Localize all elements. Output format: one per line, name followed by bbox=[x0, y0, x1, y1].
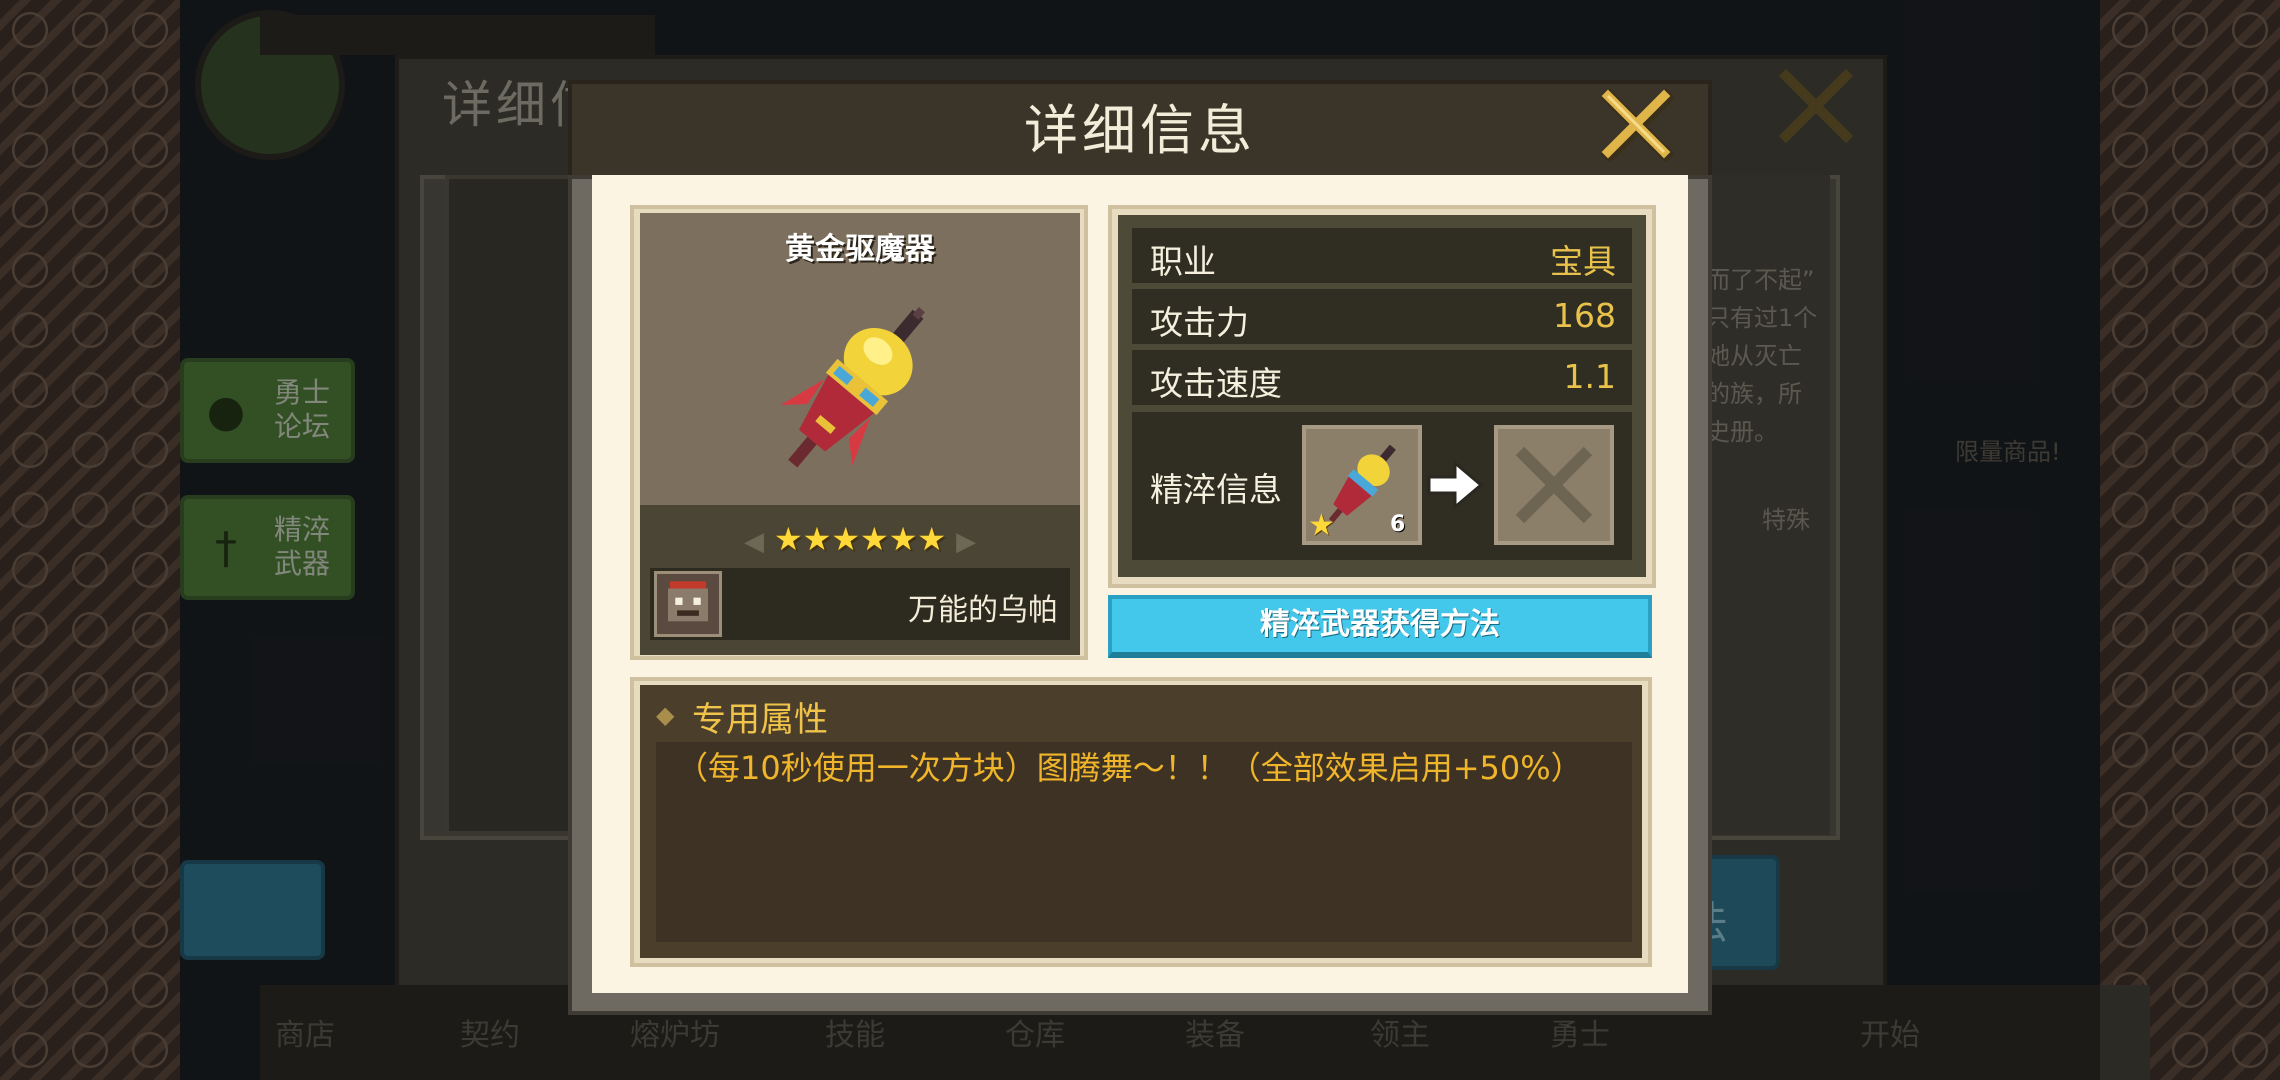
exclusive-attribute-title: 专用属性 bbox=[692, 700, 828, 740]
stat-label-attack-speed: 攻击速度 bbox=[1150, 364, 1282, 403]
weapon-name: 黄金驱魔器 bbox=[785, 232, 935, 267]
golden-exorcist-totem-icon bbox=[780, 307, 925, 468]
refine-info-label: 精淬信息 bbox=[1150, 470, 1282, 509]
owner-portrait bbox=[654, 571, 722, 637]
exclusive-attribute-text: （每10秒使用一次方块）图腾舞～！！（全部效果启用+50%） bbox=[676, 749, 1583, 787]
arrow-right-icon bbox=[1427, 459, 1484, 511]
star-left-decoration-icon: ◀ bbox=[743, 527, 764, 557]
empty-slot-x-icon bbox=[1515, 446, 1593, 524]
stat-value-class: 宝具 bbox=[1550, 242, 1616, 281]
star-right-decoration-icon: ▶ bbox=[956, 527, 977, 557]
star-rating: ◀ ★★★★★★ ▶ bbox=[640, 520, 1080, 558]
attribute-bullet-icon: ◆ bbox=[656, 701, 675, 729]
stat-label-attack: 攻击力 bbox=[1150, 303, 1249, 342]
stat-value-attack-speed: 1.1 bbox=[1563, 357, 1616, 396]
stat-value-attack: 168 bbox=[1553, 296, 1616, 335]
refine-method-button[interactable]: 精淬武器获得方法 bbox=[1108, 595, 1652, 658]
close-icon[interactable] bbox=[1598, 86, 1674, 162]
decorative-border-right bbox=[2100, 0, 2280, 1080]
refine-star-icon: ★ bbox=[1308, 508, 1335, 543]
detail-dialog-title: 详细信息 bbox=[1024, 99, 1256, 162]
star-rating-stars: ★★★★★★ bbox=[773, 520, 947, 558]
stat-label-class: 职业 bbox=[1150, 242, 1216, 281]
refine-current-level: 6 bbox=[1390, 512, 1406, 537]
decorative-border-left bbox=[0, 0, 180, 1080]
owner-name: 万能的乌帕 bbox=[908, 593, 1058, 628]
